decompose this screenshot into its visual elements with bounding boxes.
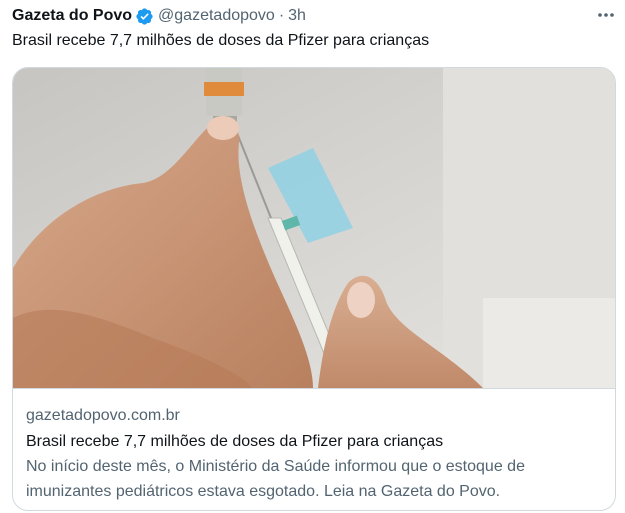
author-handle[interactable]: @gazetadopovo xyxy=(158,7,275,25)
link-card[interactable]: gazetadopovo.com.br Brasil recebe 7,7 mi… xyxy=(12,67,616,511)
tweet-text: Brasil recebe 7,7 milhões de doses da Pf… xyxy=(12,32,430,49)
tweet: Gazeta do Povo @gazetadopovo · 3h Brasil… xyxy=(0,0,625,513)
verified-badge-icon xyxy=(135,7,154,26)
tweet-header: Gazeta do Povo @gazetadopovo · 3h xyxy=(12,4,613,28)
separator-dot: · xyxy=(278,7,285,24)
card-domain: gazetadopovo.com.br xyxy=(26,407,180,424)
card-divider xyxy=(13,388,615,389)
card-title: Brasil recebe 7,7 milhões de doses da Pf… xyxy=(26,433,444,450)
card-body: gazetadopovo.com.br Brasil recebe 7,7 mi… xyxy=(26,406,605,504)
card-description: No início deste mês, o Ministério da Saú… xyxy=(26,458,525,500)
card-image[interactable] xyxy=(13,68,615,388)
author-name[interactable]: Gazeta do Povo xyxy=(12,7,132,25)
tweet-timestamp[interactable]: 3h xyxy=(288,7,306,25)
more-options-icon[interactable] xyxy=(593,4,619,26)
